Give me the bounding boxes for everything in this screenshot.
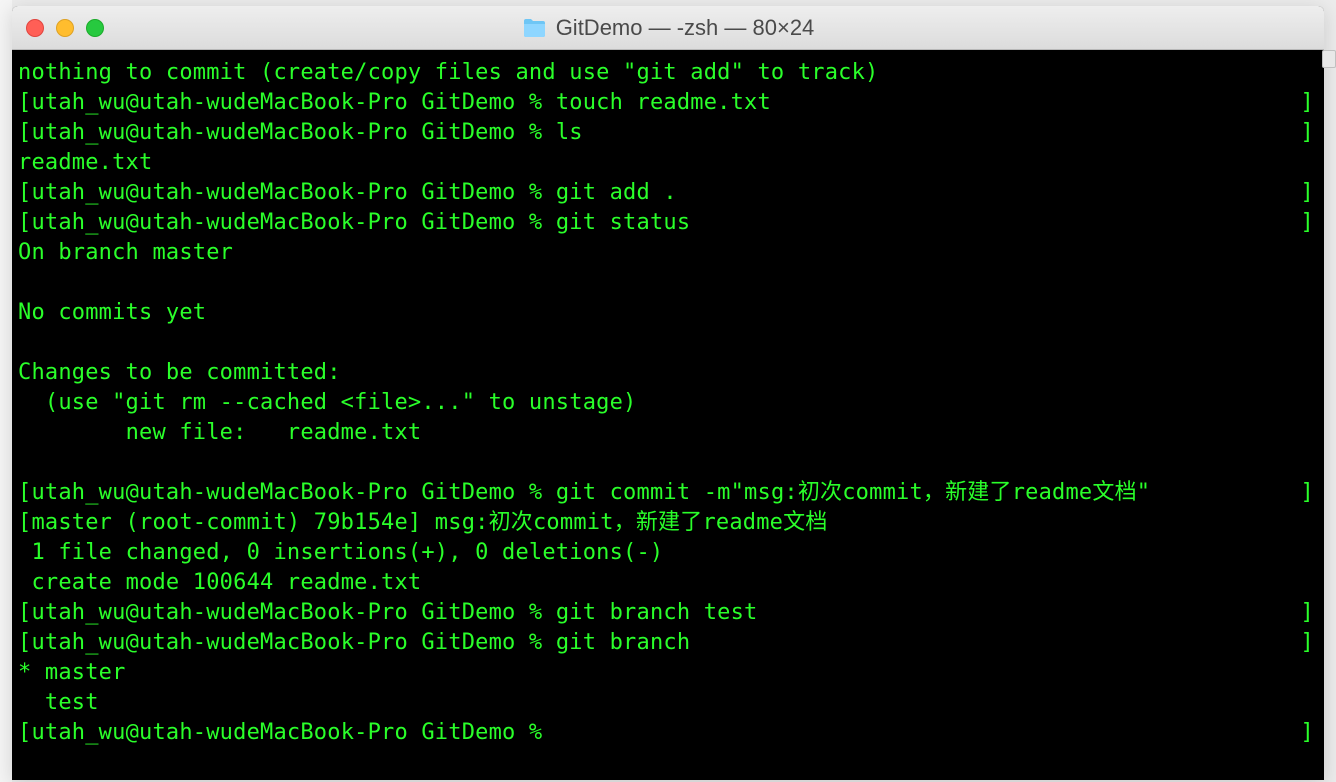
prompt-open-bracket: [ [18,478,31,508]
terminal-prompt-line: [utah_wu@utah-wudeMacBook-Pro GitDemo % … [18,718,1318,748]
maximize-button[interactable] [86,19,104,37]
shell-command: touch readme.txt [556,90,771,115]
terminal-line: 1 file changed, 0 insertions(+), 0 delet… [18,538,1318,568]
prompt-close-bracket: ] [1301,598,1318,628]
shell-prompt: utah_wu@utah-wudeMacBook-Pro GitDemo % [31,630,555,655]
prompt-open-bracket: [ [18,718,31,748]
folder-icon [522,18,546,38]
close-button[interactable] [26,19,44,37]
shell-command: ls [556,120,583,145]
terminal-line: readme.txt [18,148,1318,178]
prompt-content: utah_wu@utah-wudeMacBook-Pro GitDemo % t… [31,88,1300,118]
terminal-line: * master [18,658,1318,688]
terminal-line: (use "git rm --cached <file>..." to unst… [18,388,1318,418]
prompt-close-bracket: ] [1301,178,1318,208]
scroll-indicator[interactable] [1322,50,1336,68]
shell-prompt: utah_wu@utah-wudeMacBook-Pro GitDemo % [31,600,555,625]
prompt-content: utah_wu@utah-wudeMacBook-Pro GitDemo % [31,718,1300,748]
prompt-content: utah_wu@utah-wudeMacBook-Pro GitDemo % g… [31,178,1300,208]
terminal-prompt-line: [utah_wu@utah-wudeMacBook-Pro GitDemo % … [18,628,1318,658]
prompt-content: utah_wu@utah-wudeMacBook-Pro GitDemo % g… [31,478,1300,508]
prompt-open-bracket: [ [18,178,31,208]
shell-command: git add . [556,180,677,205]
terminal-prompt-line: [utah_wu@utah-wudeMacBook-Pro GitDemo % … [18,208,1318,238]
prompt-content: utah_wu@utah-wudeMacBook-Pro GitDemo % g… [31,598,1300,628]
terminal-line: [master (root-commit) 79b154e] msg:初次com… [18,508,1318,538]
shell-command: git commit -m"msg:初次commit，新建了readme文档" [556,480,1150,505]
prompt-open-bracket: [ [18,628,31,658]
prompt-close-bracket: ] [1301,88,1318,118]
terminal-line: nothing to commit (create/copy files and… [18,58,1318,88]
terminal-line: On branch master [18,238,1318,268]
terminal-line: test [18,688,1318,718]
terminal-line: new file: readme.txt [18,418,1318,448]
shell-prompt: utah_wu@utah-wudeMacBook-Pro GitDemo % [31,720,555,745]
prompt-close-bracket: ] [1301,208,1318,238]
minimize-button[interactable] [56,19,74,37]
terminal-line [18,448,1318,478]
terminal-line: Changes to be committed: [18,358,1318,388]
window-controls [26,19,104,37]
terminal-window: GitDemo — -zsh — 80×24 nothing to commit… [12,6,1324,780]
prompt-content: utah_wu@utah-wudeMacBook-Pro GitDemo % g… [31,208,1300,238]
shell-command: git branch [556,630,690,655]
terminal-line [18,328,1318,358]
window-titlebar[interactable]: GitDemo — -zsh — 80×24 [12,6,1324,50]
prompt-open-bracket: [ [18,598,31,628]
prompt-open-bracket: [ [18,208,31,238]
terminal-prompt-line: [utah_wu@utah-wudeMacBook-Pro GitDemo % … [18,478,1318,508]
shell-prompt: utah_wu@utah-wudeMacBook-Pro GitDemo % [31,90,555,115]
shell-command: git status [556,210,690,235]
prompt-content: utah_wu@utah-wudeMacBook-Pro GitDemo % g… [31,628,1300,658]
terminal-line: No commits yet [18,298,1318,328]
terminal-line: create mode 100644 readme.txt [18,568,1318,598]
shell-prompt: utah_wu@utah-wudeMacBook-Pro GitDemo % [31,210,555,235]
prompt-close-bracket: ] [1301,718,1318,748]
prompt-content: utah_wu@utah-wudeMacBook-Pro GitDemo % l… [31,118,1300,148]
shell-prompt: utah_wu@utah-wudeMacBook-Pro GitDemo % [31,480,555,505]
window-title-container: GitDemo — -zsh — 80×24 [522,15,815,41]
shell-prompt: utah_wu@utah-wudeMacBook-Pro GitDemo % [31,180,555,205]
terminal-prompt-line: [utah_wu@utah-wudeMacBook-Pro GitDemo % … [18,88,1318,118]
prompt-open-bracket: [ [18,88,31,118]
background-strip [0,0,12,782]
window-title: GitDemo — -zsh — 80×24 [556,15,815,41]
prompt-open-bracket: [ [18,118,31,148]
terminal-output[interactable]: nothing to commit (create/copy files and… [12,50,1324,780]
shell-command: git branch test [556,600,758,625]
terminal-prompt-line: [utah_wu@utah-wudeMacBook-Pro GitDemo % … [18,178,1318,208]
shell-prompt: utah_wu@utah-wudeMacBook-Pro GitDemo % [31,120,555,145]
prompt-close-bracket: ] [1301,118,1318,148]
prompt-close-bracket: ] [1301,478,1318,508]
terminal-line [18,268,1318,298]
prompt-close-bracket: ] [1301,628,1318,658]
terminal-prompt-line: [utah_wu@utah-wudeMacBook-Pro GitDemo % … [18,118,1318,148]
terminal-prompt-line: [utah_wu@utah-wudeMacBook-Pro GitDemo % … [18,598,1318,628]
